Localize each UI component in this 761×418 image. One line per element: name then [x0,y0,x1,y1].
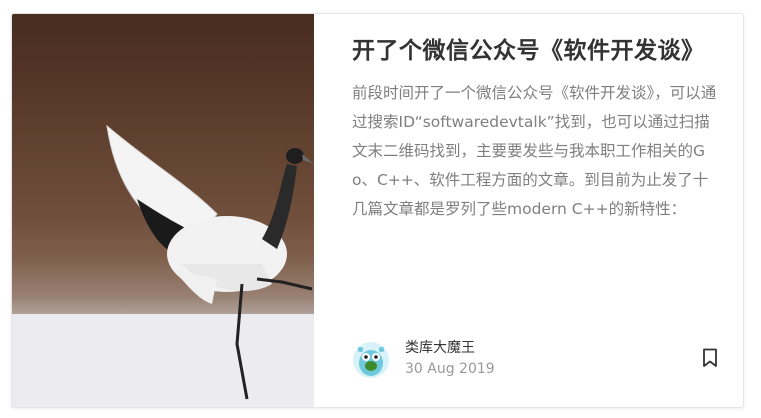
author-name[interactable]: 类库大魔王 [405,337,475,357]
gopher-avatar-icon[interactable] [352,341,390,379]
post-card[interactable]: 开了个微信公众号《软件开发谈》 前段时间开了一个微信公众号《软件开发谈》，可以通… [11,13,744,408]
post-cover-image[interactable] [12,14,314,407]
post-content: 开了个微信公众号《软件开发谈》 前段时间开了一个微信公众号《软件开发谈》，可以通… [352,36,722,224]
bookmark-icon[interactable] [702,348,718,368]
post-date: 30 Aug 2019 [405,361,495,377]
post-author-block: 类库大魔王 30 Aug 2019 [352,334,722,384]
post-excerpt: 前段时间开了一个微信公众号《软件开发谈》，可以通过搜索ID“softwarede… [352,84,717,218]
post-title[interactable]: 开了个微信公众号《软件开发谈》 [352,36,722,66]
crane-illustration [12,14,314,407]
